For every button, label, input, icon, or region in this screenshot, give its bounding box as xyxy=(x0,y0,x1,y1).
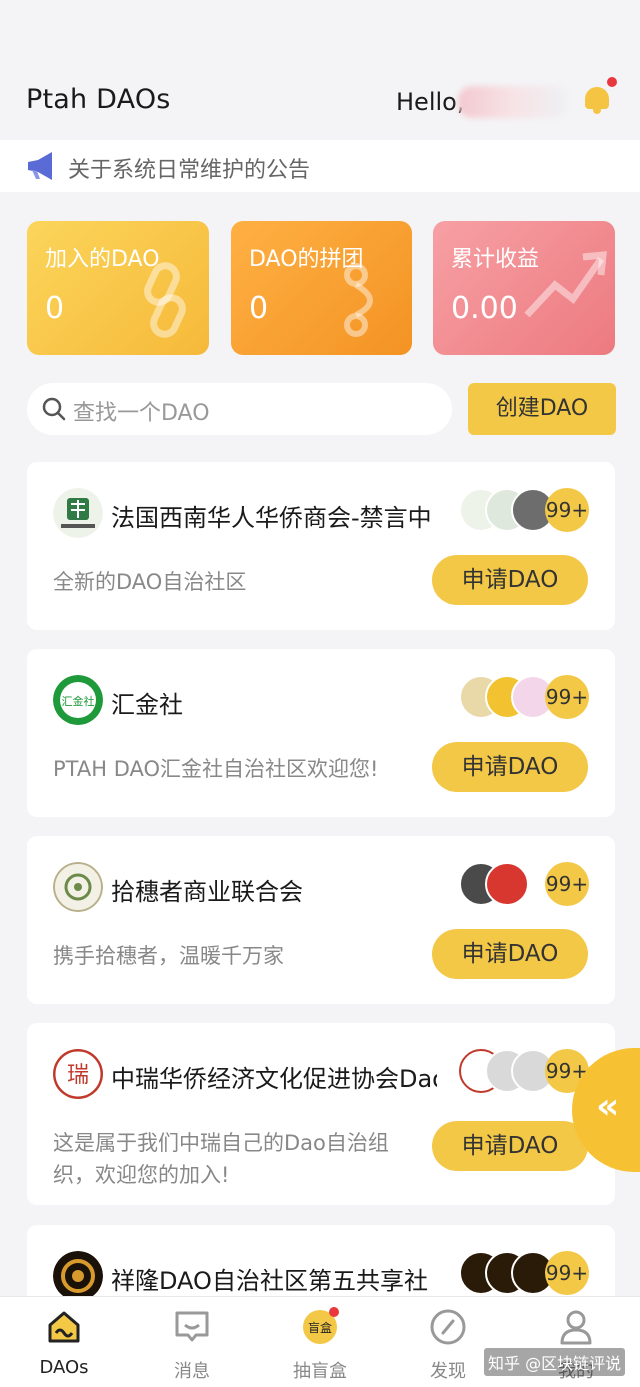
dao-logo: 汇金社 xyxy=(53,675,103,725)
create-dao-button[interactable]: 创建DAO xyxy=(468,383,616,435)
apply-dao-button[interactable]: 申请DAO xyxy=(432,742,588,792)
header: Ptah DAOs Hello,& xyxy=(0,0,640,138)
dao-logo xyxy=(53,862,103,912)
double-chevron-left-icon: « xyxy=(596,1086,620,1127)
avatar xyxy=(485,862,529,906)
tab-label: 消息 xyxy=(174,1361,210,1382)
dao-name: 祥隆DAO自治社区第五共享社 xyxy=(111,1267,428,1295)
dao-card[interactable]: 瑞 中瑞华侨经济文化促进协会Dao 99+ 这是属于我们中瑞自己的Dao自治组织… xyxy=(27,1023,615,1205)
dao-description: 携手拾穗者，温暖千万家 xyxy=(53,944,284,968)
search-placeholder: 查找一个DAO xyxy=(73,401,210,426)
blurred-username xyxy=(458,86,568,118)
search-icon xyxy=(42,397,66,421)
dao-logo xyxy=(53,1251,103,1301)
message-icon xyxy=(175,1311,209,1342)
tab-label: 抽盲盒 xyxy=(293,1361,347,1382)
joined-dao-card[interactable]: 加入的DAO 0 xyxy=(27,221,209,355)
app-title: Ptah DAOs xyxy=(26,84,171,115)
tab-label: 发现 xyxy=(430,1361,466,1382)
stat-value: 0.00 xyxy=(451,291,518,326)
svg-text:汇金社: 汇金社 xyxy=(62,694,95,708)
tab-messages[interactable]: 消息 xyxy=(142,1305,242,1385)
dao-name: 法国西南华人华侨商会-禁言中 xyxy=(111,504,432,532)
dao-logo: 瑞 xyxy=(53,1049,103,1099)
daos-icon xyxy=(48,1311,80,1343)
megaphone-icon xyxy=(28,152,52,180)
network-icon xyxy=(344,263,373,337)
dao-card[interactable]: 汇金社 汇金社 99+ PTAH DAO汇金社自治社区欢迎您! 申请DAO xyxy=(27,649,615,817)
stat-value: 0 xyxy=(45,291,65,326)
dao-card[interactable]: 拾穗者商业联合会 99+ 携手拾穗者，温暖千万家 申请DAO xyxy=(27,836,615,1004)
dao-name: 汇金社 xyxy=(111,691,183,719)
tab-discover[interactable]: 发现 xyxy=(398,1305,498,1385)
member-count-badge: 99+ xyxy=(545,675,589,719)
tab-blind-box[interactable]: 盲盒 抽盲盒 xyxy=(270,1305,370,1385)
tab-daos[interactable]: DAOs xyxy=(14,1305,114,1385)
apply-dao-button[interactable]: 申请DAO xyxy=(432,555,588,605)
link-icon xyxy=(144,262,186,338)
svg-text:瑞: 瑞 xyxy=(67,1063,89,1088)
member-count-badge: 99+ xyxy=(545,862,589,906)
compass-icon xyxy=(430,1309,466,1345)
announcement-text: 关于系统日常维护的公告 xyxy=(68,158,311,183)
stat-value: 0 xyxy=(249,291,269,326)
blind-box-icon: 盲盒 xyxy=(303,1307,339,1344)
apply-dao-button[interactable]: 申请DAO xyxy=(432,929,588,979)
dao-name: 中瑞华侨经济文化促进协会Dao xyxy=(111,1065,437,1093)
dao-description: 全新的DAO自治社区 xyxy=(53,570,247,594)
apply-dao-button[interactable]: 申请DAO xyxy=(432,1121,588,1171)
announcement-bar[interactable]: 关于系统日常维护的公告 xyxy=(0,140,640,192)
dao-description: PTAH DAO汇金社自治社区欢迎您! xyxy=(53,757,379,781)
dao-name: 拾穗者商业联合会 xyxy=(111,878,303,906)
blind-box-badge-text: 盲盒 xyxy=(308,1320,332,1335)
member-count-badge: 99+ xyxy=(545,1251,589,1295)
trend-up-icon xyxy=(524,251,607,318)
member-count-badge: 99+ xyxy=(545,488,589,532)
profile-icon xyxy=(560,1310,592,1345)
search-input[interactable]: 查找一个DAO xyxy=(27,383,452,435)
watermark-text: 知乎 @区块链评说 xyxy=(484,1348,626,1376)
notification-dot xyxy=(607,77,617,87)
group-buy-card[interactable]: DAO的拼团 0 xyxy=(231,221,412,355)
tab-label: DAOs xyxy=(39,1357,89,1378)
notification-bell-icon[interactable] xyxy=(583,77,617,115)
total-earnings-card[interactable]: 累计收益 0.00 xyxy=(433,221,615,355)
dao-card[interactable]: 法国西南华人华侨商会-禁言中 99+ 全新的DAO自治社区 申请DAO xyxy=(27,462,615,630)
dao-logo xyxy=(53,488,103,538)
dao-description: 这是属于我们中瑞自己的Dao自治组织，欢迎您的加入! xyxy=(53,1131,389,1187)
